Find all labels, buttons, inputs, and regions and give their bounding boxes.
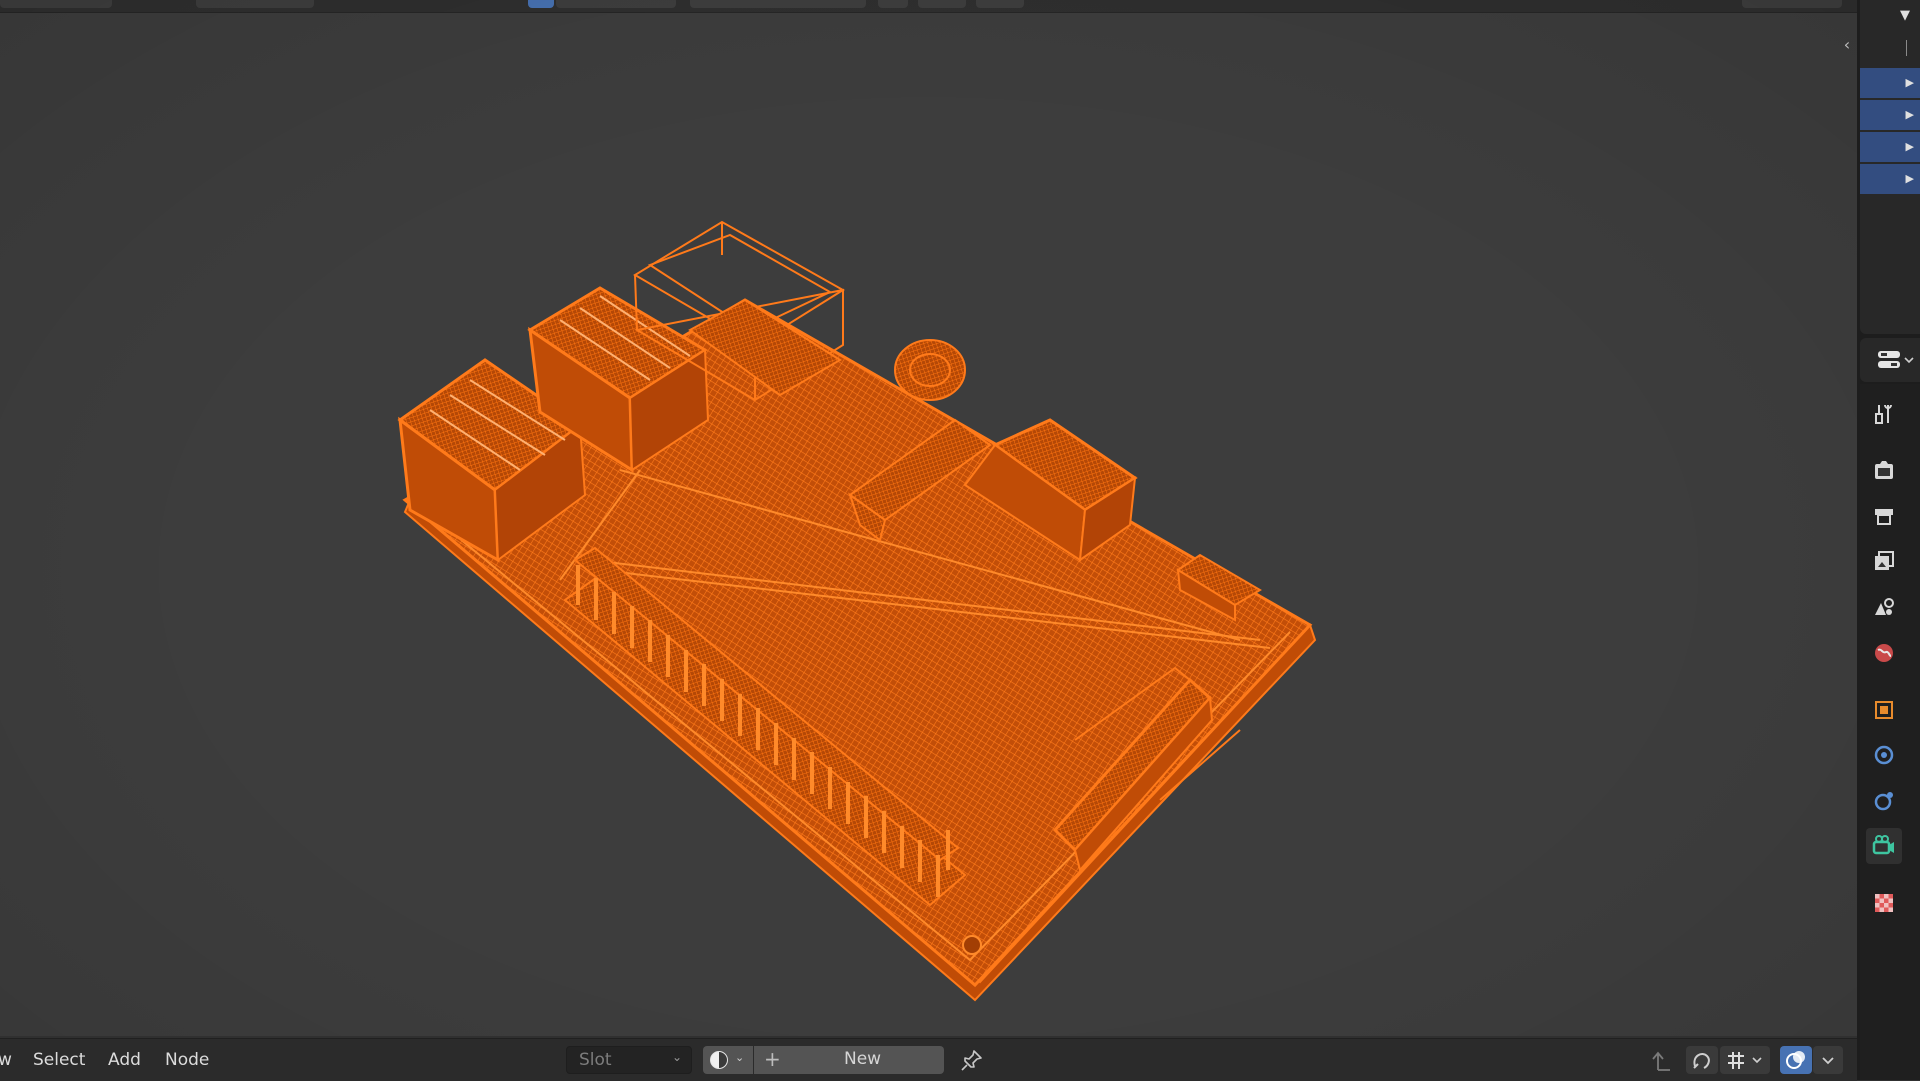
overlay-dropdown[interactable] <box>1813 1046 1843 1074</box>
menu-view[interactable]: w <box>0 1050 12 1070</box>
plus-icon: + <box>764 1047 781 1071</box>
modifier-tab-icon[interactable] <box>1866 737 1902 773</box>
material-browse-dropdown[interactable]: ⌄ <box>703 1046 753 1074</box>
scene-tab-icon[interactable] <box>1866 589 1902 625</box>
world-tab-icon[interactable] <box>1866 635 1902 671</box>
outliner-row[interactable]: ▶ <box>1860 68 1920 98</box>
snap-magnet-icon <box>1693 1053 1710 1069</box>
render-tab-icon[interactable] <box>1866 452 1902 488</box>
object-data-tab-icon[interactable] <box>1866 828 1902 864</box>
properties-tabs <box>1860 384 1920 1080</box>
properties-header <box>1860 338 1920 382</box>
snap-element-dropdown[interactable] <box>1720 1046 1770 1074</box>
editor-type-icon[interactable] <box>1876 348 1916 372</box>
expand-arrow-icon[interactable]: ▶ <box>1906 108 1914 121</box>
snap-grid-icon <box>1728 1052 1762 1069</box>
filter-down-icon[interactable]: ▼ <box>1900 8 1910 23</box>
menu-select[interactable]: Select <box>33 1050 85 1070</box>
material-sphere-icon <box>710 1051 728 1069</box>
overlay-icon <box>1786 1051 1805 1069</box>
outliner-row[interactable]: ▶ <box>1860 164 1920 194</box>
expand-arrow-icon[interactable]: ▶ <box>1906 140 1914 153</box>
chevron-down-icon: ⌄ <box>735 1051 745 1064</box>
menu-node[interactable]: Node <box>165 1050 209 1070</box>
chevron-left-icon[interactable]: ‹ <box>1840 36 1854 54</box>
snap-toggle[interactable] <box>1686 1046 1718 1074</box>
chevron-down-icon: ⌄ <box>671 1050 682 1064</box>
tool-tab-icon[interactable] <box>1866 396 1902 432</box>
slot-label: Slot <box>579 1050 612 1070</box>
menu-add[interactable]: Add <box>108 1050 141 1070</box>
outliner-row[interactable]: ▶ <box>1860 100 1920 130</box>
expand-arrow-icon[interactable]: ▶ <box>1906 172 1914 185</box>
new-button-label: New <box>844 1049 882 1069</box>
texture-tab-icon[interactable] <box>1866 885 1902 921</box>
slot-dropdown[interactable]: Slot ⌄ <box>566 1046 692 1074</box>
view-layer-tab-icon[interactable] <box>1866 543 1902 579</box>
chevron-down-icon <box>1822 1057 1834 1065</box>
mount-hole <box>962 935 982 955</box>
3d-viewport[interactable]: ‹ <box>0 0 1857 1036</box>
output-tab-icon[interactable] <box>1866 498 1902 534</box>
parent-arrow-icon[interactable] <box>1648 1046 1678 1074</box>
object-tab-icon[interactable] <box>1866 692 1902 728</box>
pin-icon[interactable] <box>958 1046 986 1074</box>
outliner-row[interactable]: ▶ <box>1860 132 1920 162</box>
audio-jack <box>894 339 966 401</box>
physics-tab-icon[interactable] <box>1866 783 1902 819</box>
new-material-button[interactable]: + New <box>754 1046 944 1074</box>
wireframe-model[interactable] <box>0 0 1857 1036</box>
outliner-divider <box>1906 40 1907 56</box>
overlay-toggle[interactable] <box>1780 1046 1812 1074</box>
expand-arrow-icon[interactable]: ▶ <box>1906 76 1914 89</box>
